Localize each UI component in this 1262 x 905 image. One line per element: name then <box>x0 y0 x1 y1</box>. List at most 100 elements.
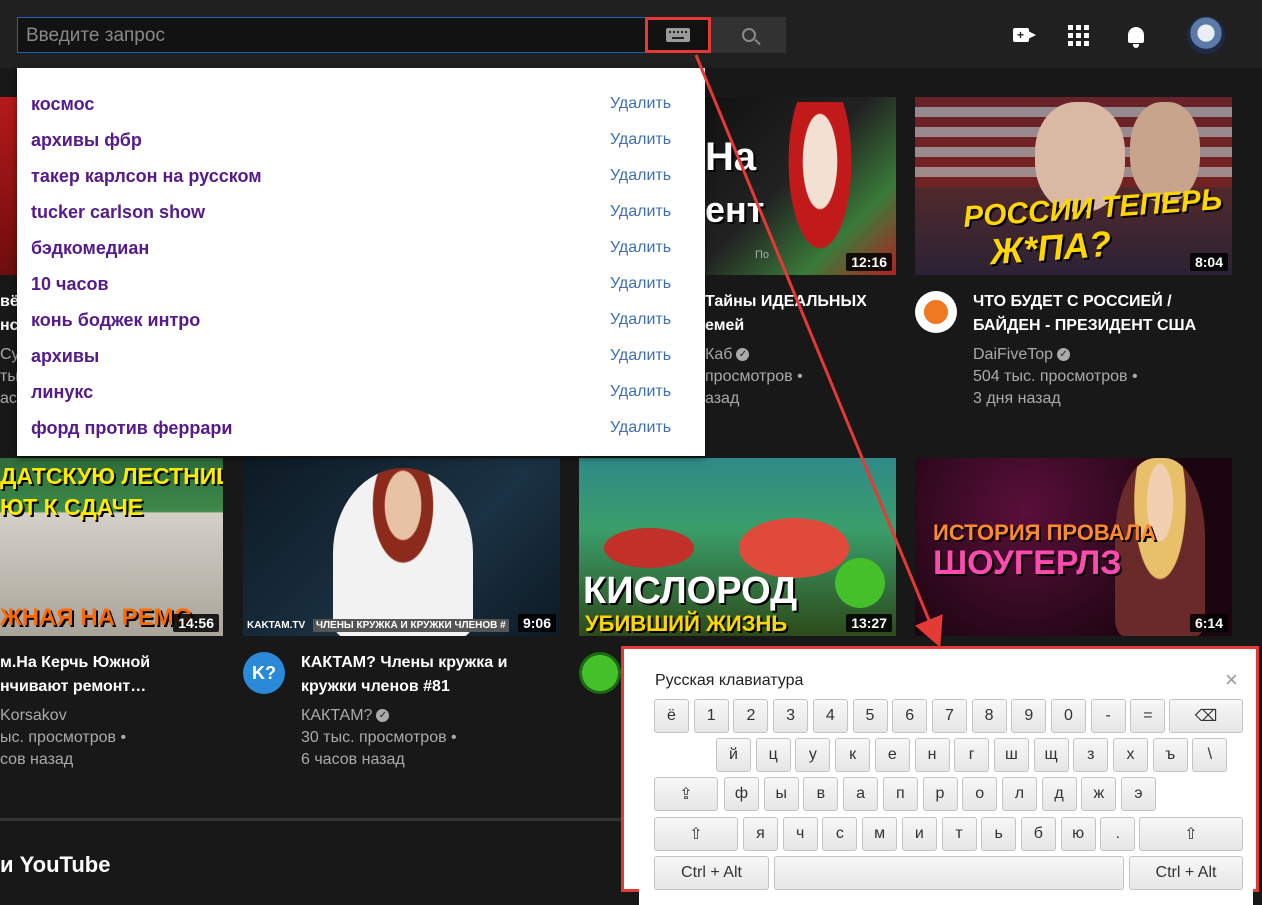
channel-avatar[interactable]: K? <box>243 652 285 694</box>
suggestion-item[interactable]: бэдкомедиан Удалить <box>17 230 705 266</box>
key[interactable]: ъ <box>1152 738 1188 772</box>
channel-name[interactable]: Каб <box>705 346 732 363</box>
key[interactable]: 4 <box>812 699 848 733</box>
key[interactable]: \ <box>1192 738 1228 772</box>
key[interactable]: ю <box>1060 817 1096 851</box>
left-ctrl-alt-key[interactable]: Ctrl + Alt <box>654 856 769 890</box>
key[interactable]: т <box>941 817 977 851</box>
suggestion-item[interactable]: архивы фбр Удалить <box>17 122 705 158</box>
key[interactable]: щ <box>1033 738 1069 772</box>
space-key[interactable] <box>774 856 1124 890</box>
key[interactable]: 1 <box>693 699 729 733</box>
key[interactable]: я <box>743 817 778 851</box>
delete-suggestion-link[interactable]: Удалить <box>610 203 671 221</box>
suggestion-item[interactable]: линукс Удалить <box>17 374 705 410</box>
video-title[interactable]: Тайны ИДЕАЛЬНЫХ емей <box>705 290 896 338</box>
key[interactable]: к <box>835 738 871 772</box>
channel-avatar[interactable] <box>915 291 957 333</box>
video-thumbnail[interactable]: КИСЛОРОД УБИВШИЙ ЖИЗНЬ 13:27 <box>579 458 896 636</box>
virtual-keyboard-button[interactable] <box>645 17 711 53</box>
delete-suggestion-link[interactable]: Удалить <box>610 95 671 113</box>
key[interactable]: = <box>1130 699 1166 733</box>
key[interactable]: 9 <box>1011 699 1047 733</box>
search-box[interactable] <box>17 17 711 53</box>
caps-lock-key[interactable]: ⇪ <box>654 777 718 811</box>
key[interactable]: е <box>874 738 910 772</box>
key[interactable]: 7 <box>931 699 967 733</box>
close-icon[interactable]: × <box>1225 667 1238 693</box>
key[interactable]: с <box>822 817 858 851</box>
video-thumbnail[interactable]: KAKTAM.TV ЧЛЕНЫ КРУЖКА И КРУЖКИ ЧЛЕНОВ #… <box>243 458 560 636</box>
channel-name[interactable]: DaiFiveTop <box>973 346 1053 363</box>
key[interactable]: ц <box>755 738 791 772</box>
right-ctrl-alt-key[interactable]: Ctrl + Alt <box>1129 856 1243 890</box>
create-video-button[interactable]: + <box>1008 22 1036 48</box>
key[interactable]: 0 <box>1051 699 1086 733</box>
key[interactable]: л <box>1001 777 1037 811</box>
delete-suggestion-link[interactable]: Удалить <box>610 275 671 293</box>
notifications-button[interactable] <box>1123 22 1149 48</box>
key[interactable]: ч <box>782 817 818 851</box>
key[interactable]: з <box>1073 738 1109 772</box>
search-input[interactable] <box>26 24 626 48</box>
suggestion-item[interactable]: конь боджек интро Удалить <box>17 302 705 338</box>
key[interactable]: ф <box>724 777 759 811</box>
video-title[interactable]: вё нс <box>0 290 17 338</box>
backspace-key[interactable]: ⌫ <box>1169 699 1243 733</box>
key[interactable]: в <box>803 777 839 811</box>
delete-suggestion-link[interactable]: Удалить <box>610 419 671 437</box>
suggestion-item[interactable]: форд против феррари Удалить <box>17 410 705 446</box>
channel-avatar[interactable] <box>579 652 621 694</box>
key[interactable]: у <box>795 738 831 772</box>
key[interactable]: э <box>1121 777 1156 811</box>
video-thumbnail[interactable] <box>0 97 17 275</box>
video-title[interactable]: ЧТО БУДЕТ С РОССИЕЙ / БАЙДЕН - ПРЕЗИДЕНТ… <box>973 290 1232 338</box>
key[interactable]: й <box>716 738 751 772</box>
suggestion-item[interactable]: такер карлсон на русском Удалить <box>17 158 705 194</box>
apps-button[interactable] <box>1065 22 1091 48</box>
key[interactable]: 5 <box>852 699 888 733</box>
key[interactable]: ь <box>981 817 1017 851</box>
key[interactable]: а <box>843 777 879 811</box>
delete-suggestion-link[interactable]: Удалить <box>610 131 671 149</box>
key[interactable]: п <box>882 777 918 811</box>
right-shift-key[interactable]: ⇧ <box>1139 817 1243 851</box>
key[interactable]: ш <box>993 738 1029 772</box>
key[interactable]: ж <box>1081 777 1117 811</box>
key[interactable]: х <box>1113 738 1148 772</box>
delete-suggestion-link[interactable]: Удалить <box>610 167 671 185</box>
key[interactable]: ы <box>763 777 799 811</box>
video-title[interactable]: КАКТАМ? Члены кружка и кружки членов #81 <box>301 651 560 699</box>
video-title[interactable]: м.На Керчь Южной нчивают ремонт… <box>0 651 223 699</box>
key[interactable]: р <box>922 777 958 811</box>
suggestion-item[interactable]: архивы Удалить <box>17 338 705 374</box>
key[interactable]: и <box>901 817 937 851</box>
key[interactable]: г <box>954 738 990 772</box>
key[interactable]: 6 <box>892 699 928 733</box>
key[interactable]: ё <box>654 699 689 733</box>
video-thumbnail[interactable]: ИСТОРИЯ ПРОВАЛА ШОУГЕРЛЗ 6:14 <box>915 458 1232 636</box>
key[interactable]: . <box>1100 817 1136 851</box>
key[interactable]: - <box>1090 699 1126 733</box>
key[interactable]: 2 <box>733 699 769 733</box>
suggestion-item[interactable]: космос Удалить <box>17 86 705 122</box>
channel-name[interactable]: Korsakov <box>0 705 223 727</box>
key[interactable]: б <box>1020 817 1056 851</box>
left-shift-key[interactable]: ⇧ <box>654 817 738 851</box>
suggestion-item[interactable]: tucker carlson show Удалить <box>17 194 705 230</box>
suggestion-item[interactable]: 10 часов Удалить <box>17 266 705 302</box>
video-thumbnail[interactable]: РОССИИ ТЕПЕРЬ Ж*ПА? 8:04 <box>915 97 1232 275</box>
delete-suggestion-link[interactable]: Удалить <box>610 239 671 257</box>
delete-suggestion-link[interactable]: Удалить <box>610 311 671 329</box>
key[interactable]: 8 <box>971 699 1007 733</box>
video-thumbnail[interactable]: На ент По 12:16 <box>705 97 896 275</box>
delete-suggestion-link[interactable]: Удалить <box>610 347 671 365</box>
key[interactable]: м <box>862 817 898 851</box>
search-button[interactable] <box>711 17 786 53</box>
video-thumbnail[interactable]: ДАТСКУЮ ЛЕСТНИЦУ ЮТ К СДАЧЕ ЖНАЯ НА РЕМО… <box>0 458 223 636</box>
delete-suggestion-link[interactable]: Удалить <box>610 383 671 401</box>
key[interactable]: 3 <box>773 699 809 733</box>
key[interactable]: о <box>962 777 998 811</box>
key[interactable]: д <box>1041 777 1077 811</box>
channel-name[interactable]: КАКТАМ? <box>301 707 372 724</box>
